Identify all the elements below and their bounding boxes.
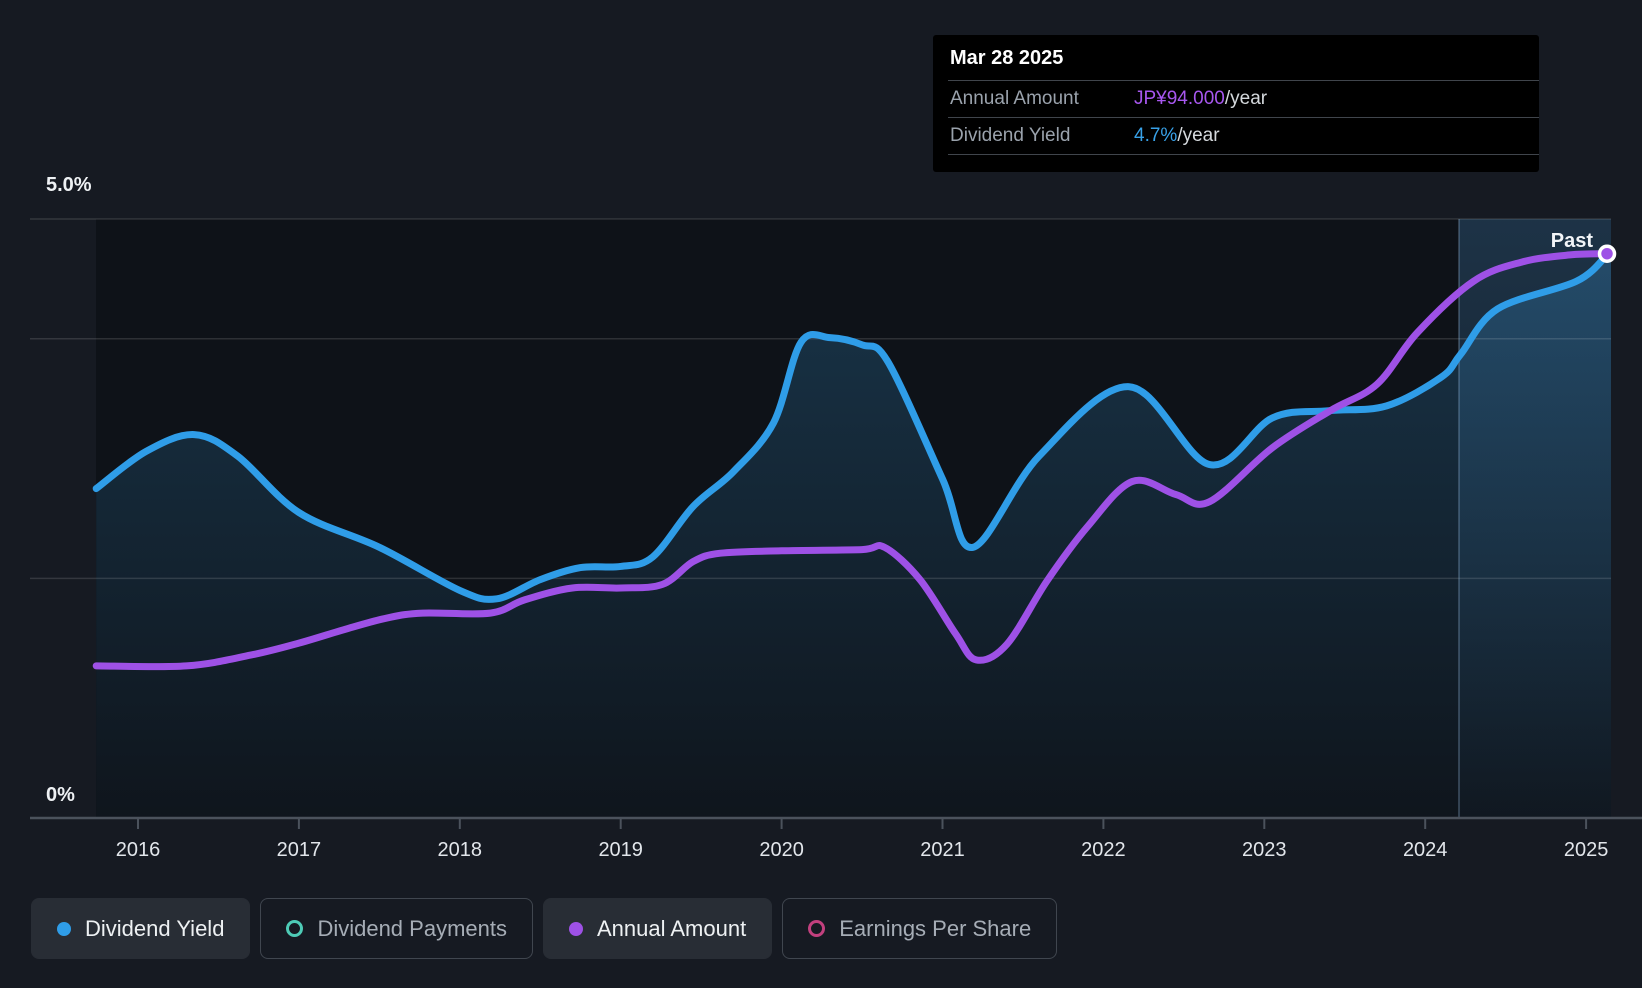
y-axis-min-label: 0% bbox=[46, 782, 75, 808]
legend-dot-icon bbox=[569, 922, 583, 936]
tooltip-row: Annual AmountJP¥94.000/year bbox=[948, 80, 1539, 117]
x-axis-label-2019: 2019 bbox=[576, 837, 666, 863]
legend-ring-icon bbox=[286, 920, 303, 937]
tooltip-row-unit: /year bbox=[1225, 88, 1267, 110]
legend-button-annual-amount[interactable]: Annual Amount bbox=[543, 898, 772, 959]
legend-label: Dividend Yield bbox=[85, 916, 224, 942]
chart-legend: Dividend Yield Dividend Payments Annual Am… bbox=[31, 898, 1057, 959]
chart-hover-area[interactable] bbox=[96, 219, 1611, 818]
legend-label: Annual Amount bbox=[597, 916, 746, 942]
tooltip-row-value: 4.7% bbox=[1134, 125, 1177, 147]
x-axis-label-2022: 2022 bbox=[1058, 837, 1148, 863]
dividend-history-chart-page: 5.0% 0% 2016 2017 2018 2019 2020 2021 2022 2023… bbox=[0, 0, 1642, 988]
tooltip-row: Dividend Yield4.7%/year bbox=[948, 117, 1539, 154]
x-axis-label-2021: 2021 bbox=[898, 837, 988, 863]
x-axis-label-2018: 2018 bbox=[415, 837, 505, 863]
tooltip-date: Mar 28 2025 bbox=[933, 35, 1539, 80]
legend-button-dividend-payments[interactable]: Dividend Payments bbox=[260, 898, 533, 959]
tooltip-footer-rule bbox=[948, 154, 1539, 172]
legend-ring-icon bbox=[808, 920, 825, 937]
tooltip-row-label: Dividend Yield bbox=[948, 125, 1134, 147]
tooltip-row-label: Annual Amount bbox=[948, 88, 1134, 110]
x-axis-label-2020: 2020 bbox=[737, 837, 827, 863]
legend-button-earnings-per-share[interactable]: Earnings Per Share bbox=[782, 898, 1057, 959]
y-axis-max-label: 5.0% bbox=[46, 172, 92, 198]
legend-label: Dividend Payments bbox=[317, 916, 507, 942]
x-axis-label-2023: 2023 bbox=[1219, 837, 1309, 863]
x-axis-label-2025: 2025 bbox=[1541, 837, 1631, 863]
tooltip-row-value: JP¥94.000 bbox=[1134, 88, 1225, 110]
legend-dot-icon bbox=[57, 922, 71, 936]
tooltip-row-unit: /year bbox=[1177, 125, 1219, 147]
x-axis-label-2024: 2024 bbox=[1380, 837, 1470, 863]
past-region-label: Past bbox=[1473, 228, 1593, 254]
legend-label: Earnings Per Share bbox=[839, 916, 1031, 942]
legend-button-dividend-yield[interactable]: Dividend Yield bbox=[31, 898, 250, 959]
chart-tooltip: Mar 28 2025 Annual AmountJP¥94.000/yearD… bbox=[933, 35, 1539, 172]
x-axis-label-2017: 2017 bbox=[254, 837, 344, 863]
x-axis-label-2016: 2016 bbox=[93, 837, 183, 863]
